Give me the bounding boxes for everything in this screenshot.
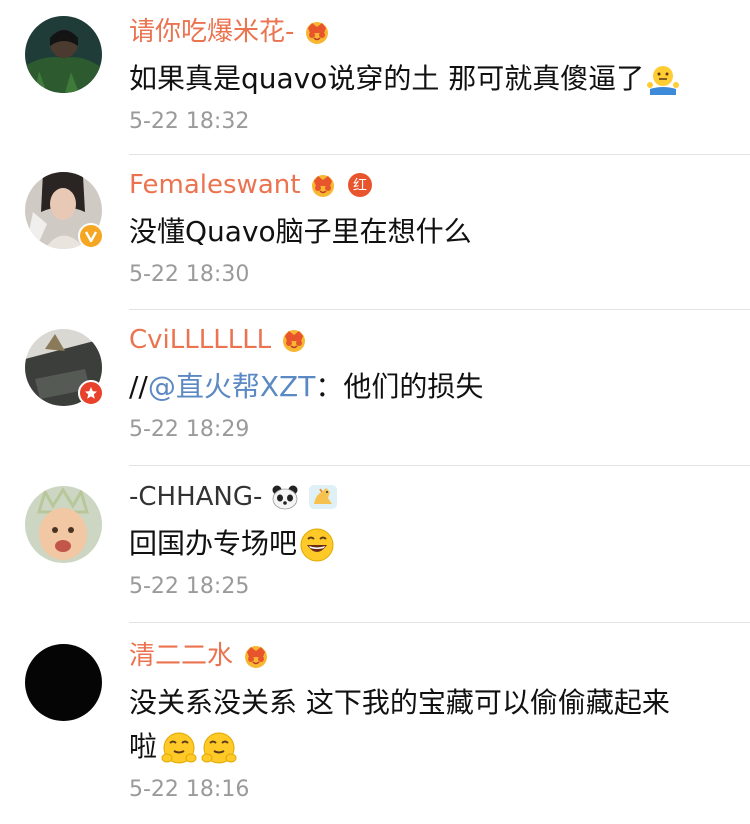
comment-text: 回国办专场吧	[129, 522, 730, 566]
comment-text-line-2: 啦	[129, 725, 729, 769]
laugh-emoji-icon	[299, 527, 335, 563]
smug-emoji-icon	[161, 730, 197, 766]
comment-text-content: 没懂Quavo脑子里在想什么	[129, 215, 472, 248]
comment-item: Femaleswant 红 没懂Quavo脑子里在想什么 5-22 18:30	[0, 155, 750, 310]
crown-vip-icon	[308, 172, 338, 198]
comment-text-content: 回国办专场吧	[129, 527, 298, 560]
comment-text: 如果真是quavo说穿的土 那可就真傻逼了	[129, 57, 730, 101]
smug-emoji-icon	[201, 730, 237, 766]
timestamp: 5-22 18:25	[129, 574, 250, 599]
username[interactable]: Femaleswant	[129, 167, 300, 203]
comment-item: CviLLLLLLL //@直火帮XZT：他们的损失 5-22 18:29	[0, 310, 750, 466]
timestamp: 5-22 18:32	[129, 109, 250, 134]
verified-yellow-icon	[78, 223, 104, 249]
timestamp: 5-22 18:29	[129, 417, 250, 442]
mention-link[interactable]: @直火帮XZT	[148, 370, 315, 403]
username[interactable]: 请你吃爆米花-	[129, 14, 294, 50]
comment-item: 清二二水 没关系没关系 这下我的宝藏可以偷偷藏起来 啦 5-22 18:16	[0, 623, 750, 824]
verified-red-icon	[78, 380, 104, 406]
avatar[interactable]	[25, 329, 104, 406]
username[interactable]: 清二二水	[129, 638, 233, 674]
comment-item: -CHHANG- 回国办专场吧 5-22 18:25	[0, 466, 750, 623]
comment-text: //@直火帮XZT：他们的损失	[129, 365, 730, 409]
timestamp: 5-22 18:16	[129, 777, 250, 802]
comment-text-content: 如果真是quavo说穿的土 那可就真傻逼了	[129, 62, 645, 95]
hong-label: 红	[353, 178, 367, 194]
reply-prefix: //	[129, 370, 148, 403]
hong-red-badge-icon: 红	[346, 172, 374, 198]
username[interactable]: CviLLLLLLL	[129, 322, 271, 358]
panda-icon	[270, 484, 300, 510]
avatar[interactable]	[25, 172, 104, 249]
comment-text: 没懂Quavo脑子里在想什么	[129, 210, 730, 254]
comment-text-content: ：他们的损失	[315, 370, 484, 403]
comment-text-content: 啦	[129, 730, 158, 763]
shrug-emoji-icon	[646, 63, 680, 97]
comment-item: 请你吃爆米花- 如果真是quavo说穿的土 那可就真傻逼了 5-22 18:32	[0, 0, 750, 155]
crown-vip-icon	[279, 327, 309, 353]
avatar[interactable]	[25, 486, 102, 563]
comment-feed: 请你吃爆米花- 如果真是quavo说穿的土 那可就真傻逼了 5-22 18:32…	[0, 0, 750, 824]
crown-vip-icon	[241, 643, 271, 669]
comment-text-line-1: 没关系没关系 这下我的宝藏可以偷偷藏起来	[129, 686, 670, 719]
avatar[interactable]	[25, 16, 102, 93]
username[interactable]: -CHHANG-	[129, 479, 262, 515]
comment-text: 没关系没关系 这下我的宝藏可以偷偷藏起来 啦	[129, 681, 729, 769]
timestamp: 5-22 18:30	[129, 262, 250, 287]
horse-icon	[308, 484, 338, 510]
avatar[interactable]	[25, 644, 102, 721]
crown-vip-icon	[302, 19, 332, 45]
